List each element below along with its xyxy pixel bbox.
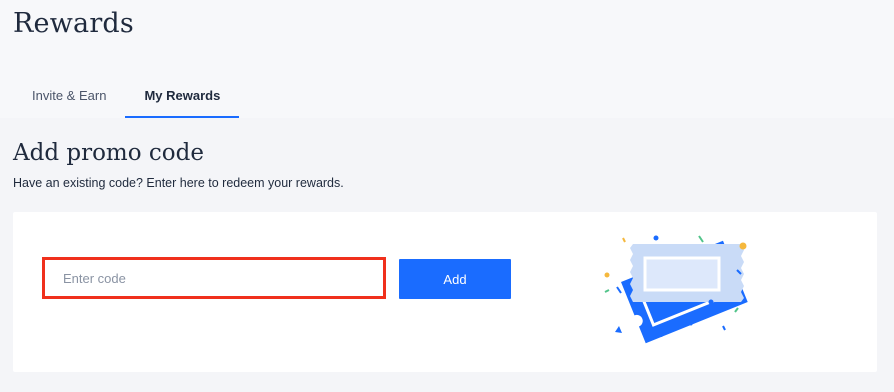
page-title: Rewards — [13, 8, 134, 39]
promo-section-title: Add promo code — [13, 140, 204, 166]
add-promo-button[interactable]: Add — [399, 259, 511, 299]
promo-code-field — [42, 257, 386, 299]
page-header: Rewards Invite & Earn My Rewards — [0, 0, 894, 118]
tab-invite-earn[interactable]: Invite & Earn — [13, 76, 125, 118]
tab-my-rewards[interactable]: My Rewards — [125, 76, 240, 118]
promo-section-subtitle: Have an existing code? Enter here to red… — [13, 176, 344, 190]
promo-card: Add — [13, 212, 877, 372]
ticket-coupon-icon — [603, 230, 773, 355]
promo-code-input[interactable] — [45, 260, 383, 296]
tab-bar: Invite & Earn My Rewards — [13, 76, 240, 118]
